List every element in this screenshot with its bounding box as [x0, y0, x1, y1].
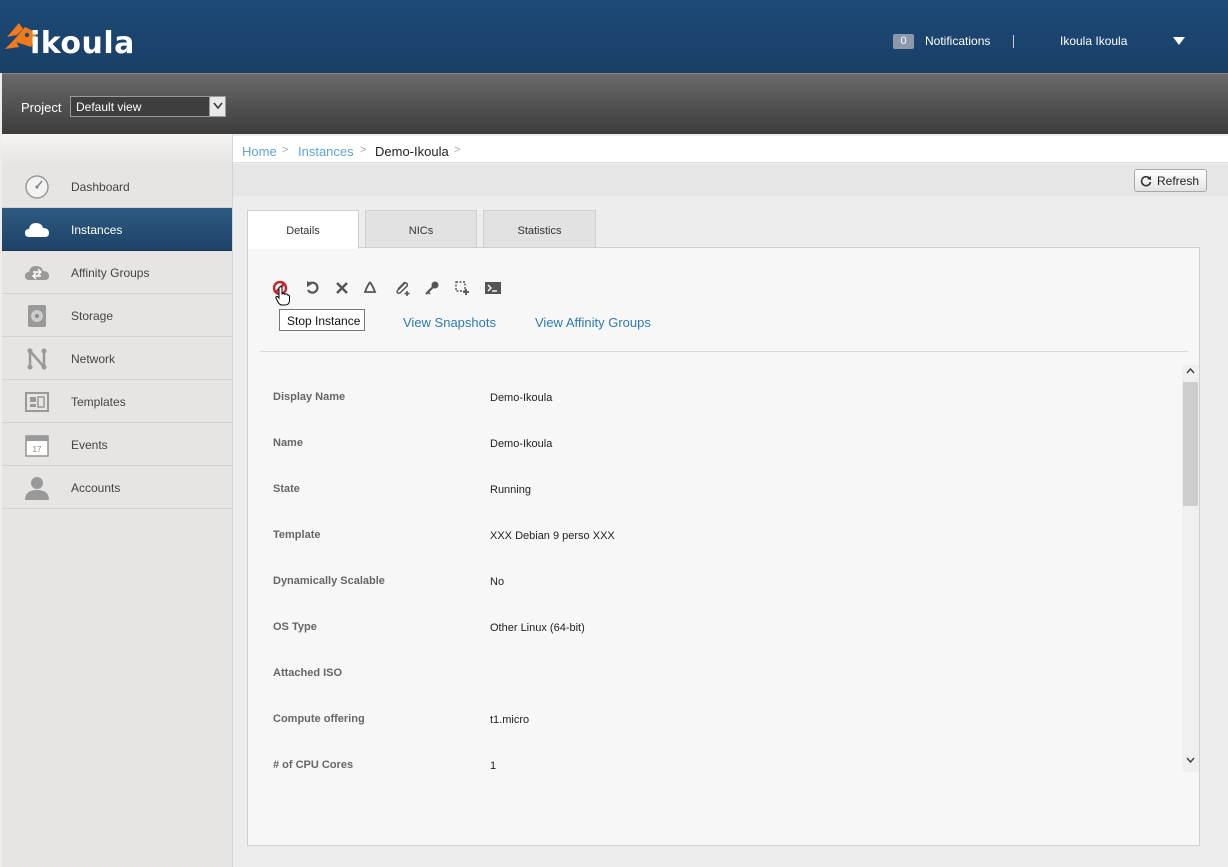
sidebar-item-network[interactable]: Network — [2, 337, 232, 380]
refresh-label: Refresh — [1157, 174, 1200, 188]
toolbar-row: Refresh — [233, 164, 1228, 196]
sidebar-item-storage[interactable]: Storage — [2, 294, 232, 337]
select-dropdown-button[interactable] — [209, 97, 225, 116]
detail-value: Running — [490, 484, 531, 496]
sidebar-item-events[interactable]: 17 Events — [2, 423, 232, 466]
detail-value: XXX Debian 9 perso XXX — [490, 530, 615, 542]
sidebar-item-label: Network — [71, 352, 116, 366]
detail-label: State — [273, 483, 300, 495]
recycle-icon[interactable] — [362, 280, 378, 296]
detail-value: t1.micro — [490, 714, 530, 726]
sidebar-item-dashboard[interactable]: Dashboard — [2, 165, 232, 208]
project-label: Project — [21, 100, 62, 115]
breadcrumb-home-link[interactable]: Home — [242, 144, 277, 159]
sidebar-item-label: Affinity Groups — [71, 266, 150, 280]
sidebar-item-label: Accounts — [71, 481, 121, 495]
console-icon[interactable] — [484, 280, 502, 296]
sidebar-item-affinity-groups[interactable]: Affinity Groups — [2, 251, 232, 294]
sidebar-item-label: Events — [71, 438, 108, 452]
breadcrumb-instances-link[interactable]: Instances — [298, 144, 354, 159]
detail-row: Attached ISO — [260, 667, 1160, 687]
detail-value: No — [490, 576, 505, 588]
detail-label: Template — [273, 529, 321, 541]
user-icon — [25, 477, 49, 500]
sidebar-item-templates[interactable]: Templates — [2, 380, 232, 423]
detail-row: Dynamically Scalable No — [260, 575, 1160, 595]
breadcrumb-separator: > — [360, 144, 367, 156]
top-header: ikoula 0 Notifications Ikoula Ikoula — [0, 0, 1228, 73]
detail-label: Name — [273, 437, 303, 449]
detail-value: Demo-Ikoula — [490, 438, 553, 450]
scroll-thumb[interactable] — [1183, 382, 1198, 506]
affinity-icon — [25, 266, 49, 280]
user-menu-caret-icon[interactable] — [1173, 37, 1185, 45]
detail-scrollbar[interactable] — [1182, 365, 1199, 772]
detail-label: Attached ISO — [273, 667, 343, 679]
breadcrumb-separator: > — [454, 144, 461, 156]
view-snapshots-link[interactable]: View Snapshots — [403, 315, 496, 330]
attach-iso-icon[interactable] — [394, 280, 410, 296]
detail-value: Other Linux (64-bit) — [490, 622, 585, 634]
stop-instance-tooltip: Stop Instance — [279, 309, 365, 331]
detail-list: Display Name Demo-Ikoula Name Demo-Ikoul… — [260, 366, 1182, 772]
sidebar-top-spacer — [2, 134, 232, 165]
scroll-up-icon[interactable] — [1186, 368, 1195, 374]
detail-value: Demo-Ikoula — [490, 392, 553, 404]
scale-icon[interactable] — [454, 280, 470, 296]
header-divider — [1013, 35, 1014, 48]
key-icon[interactable] — [424, 280, 440, 296]
detail-row: Compute offering t1.micro — [260, 713, 1160, 733]
hand-cursor-icon — [275, 286, 290, 306]
network-icon — [27, 347, 47, 371]
sidebar-item-label: Storage — [71, 309, 114, 323]
sidebar-item-accounts[interactable]: Accounts — [2, 466, 232, 509]
detail-label: Display Name — [273, 391, 346, 403]
project-bar: Project Default view — [2, 73, 1228, 134]
refresh-icon — [1140, 175, 1152, 187]
detail-row: Template XXX Debian 9 perso XXX — [260, 529, 1160, 549]
cloud-icon — [25, 223, 49, 237]
chevron-down-icon — [213, 102, 223, 110]
templates-icon — [25, 392, 49, 412]
logo-text: ikoula — [30, 26, 135, 61]
sidebar-item-label: Dashboard — [71, 180, 130, 194]
notifications-count-badge[interactable]: 0 — [893, 34, 914, 49]
project-select[interactable]: Default view — [70, 96, 226, 117]
notifications-link[interactable]: Notifications — [925, 34, 990, 48]
details-panel: Stop Instance View Snapshots View Affini… — [247, 247, 1200, 846]
calendar-icon: 17 — [25, 435, 49, 457]
sidebar-item-label: Instances — [71, 223, 123, 237]
scroll-down-icon[interactable] — [1186, 757, 1195, 763]
tab-statistics[interactable]: Statistics — [483, 210, 596, 248]
storage-icon — [28, 305, 46, 327]
tab-nics[interactable]: NICs — [365, 210, 477, 248]
detail-row: Name Demo-Ikoula — [260, 437, 1160, 457]
detail-label: Dynamically Scalable — [273, 575, 385, 587]
sidebar-item-label: Templates — [71, 395, 126, 409]
detail-row: Display Name Demo-Ikoula — [260, 391, 1160, 411]
breadcrumb-separator: > — [282, 144, 289, 156]
sidebar-item-instances[interactable]: Instances — [2, 208, 232, 251]
detail-row: State Running — [260, 483, 1160, 503]
detail-value: 1 — [490, 760, 497, 772]
refresh-button[interactable]: Refresh — [1134, 169, 1207, 192]
reboot-icon[interactable] — [304, 280, 320, 296]
sidebar: Dashboard Instances Affinity Groups Stor… — [2, 134, 233, 867]
detail-row: # of CPU Cores 1 — [260, 759, 1160, 772]
destroy-icon[interactable] — [334, 280, 350, 296]
detail-label: Compute offering — [273, 713, 365, 725]
svg-text:17: 17 — [33, 445, 42, 454]
dashboard-icon — [25, 175, 49, 199]
detail-label: # of CPU Cores — [273, 759, 354, 771]
user-menu-name[interactable]: Ikoula Ikoula — [1060, 34, 1127, 48]
detail-row: OS Type Other Linux (64-bit) — [260, 621, 1160, 641]
view-affinity-groups-link[interactable]: View Affinity Groups — [535, 315, 651, 330]
breadcrumb: Home > Instances > Demo-Ikoula > — [233, 136, 1228, 163]
panel-divider — [260, 351, 1188, 352]
project-select-value: Default view — [76, 100, 142, 114]
detail-label: OS Type — [273, 621, 317, 633]
breadcrumb-current: Demo-Ikoula — [375, 144, 449, 159]
tab-details[interactable]: Details — [247, 210, 359, 249]
